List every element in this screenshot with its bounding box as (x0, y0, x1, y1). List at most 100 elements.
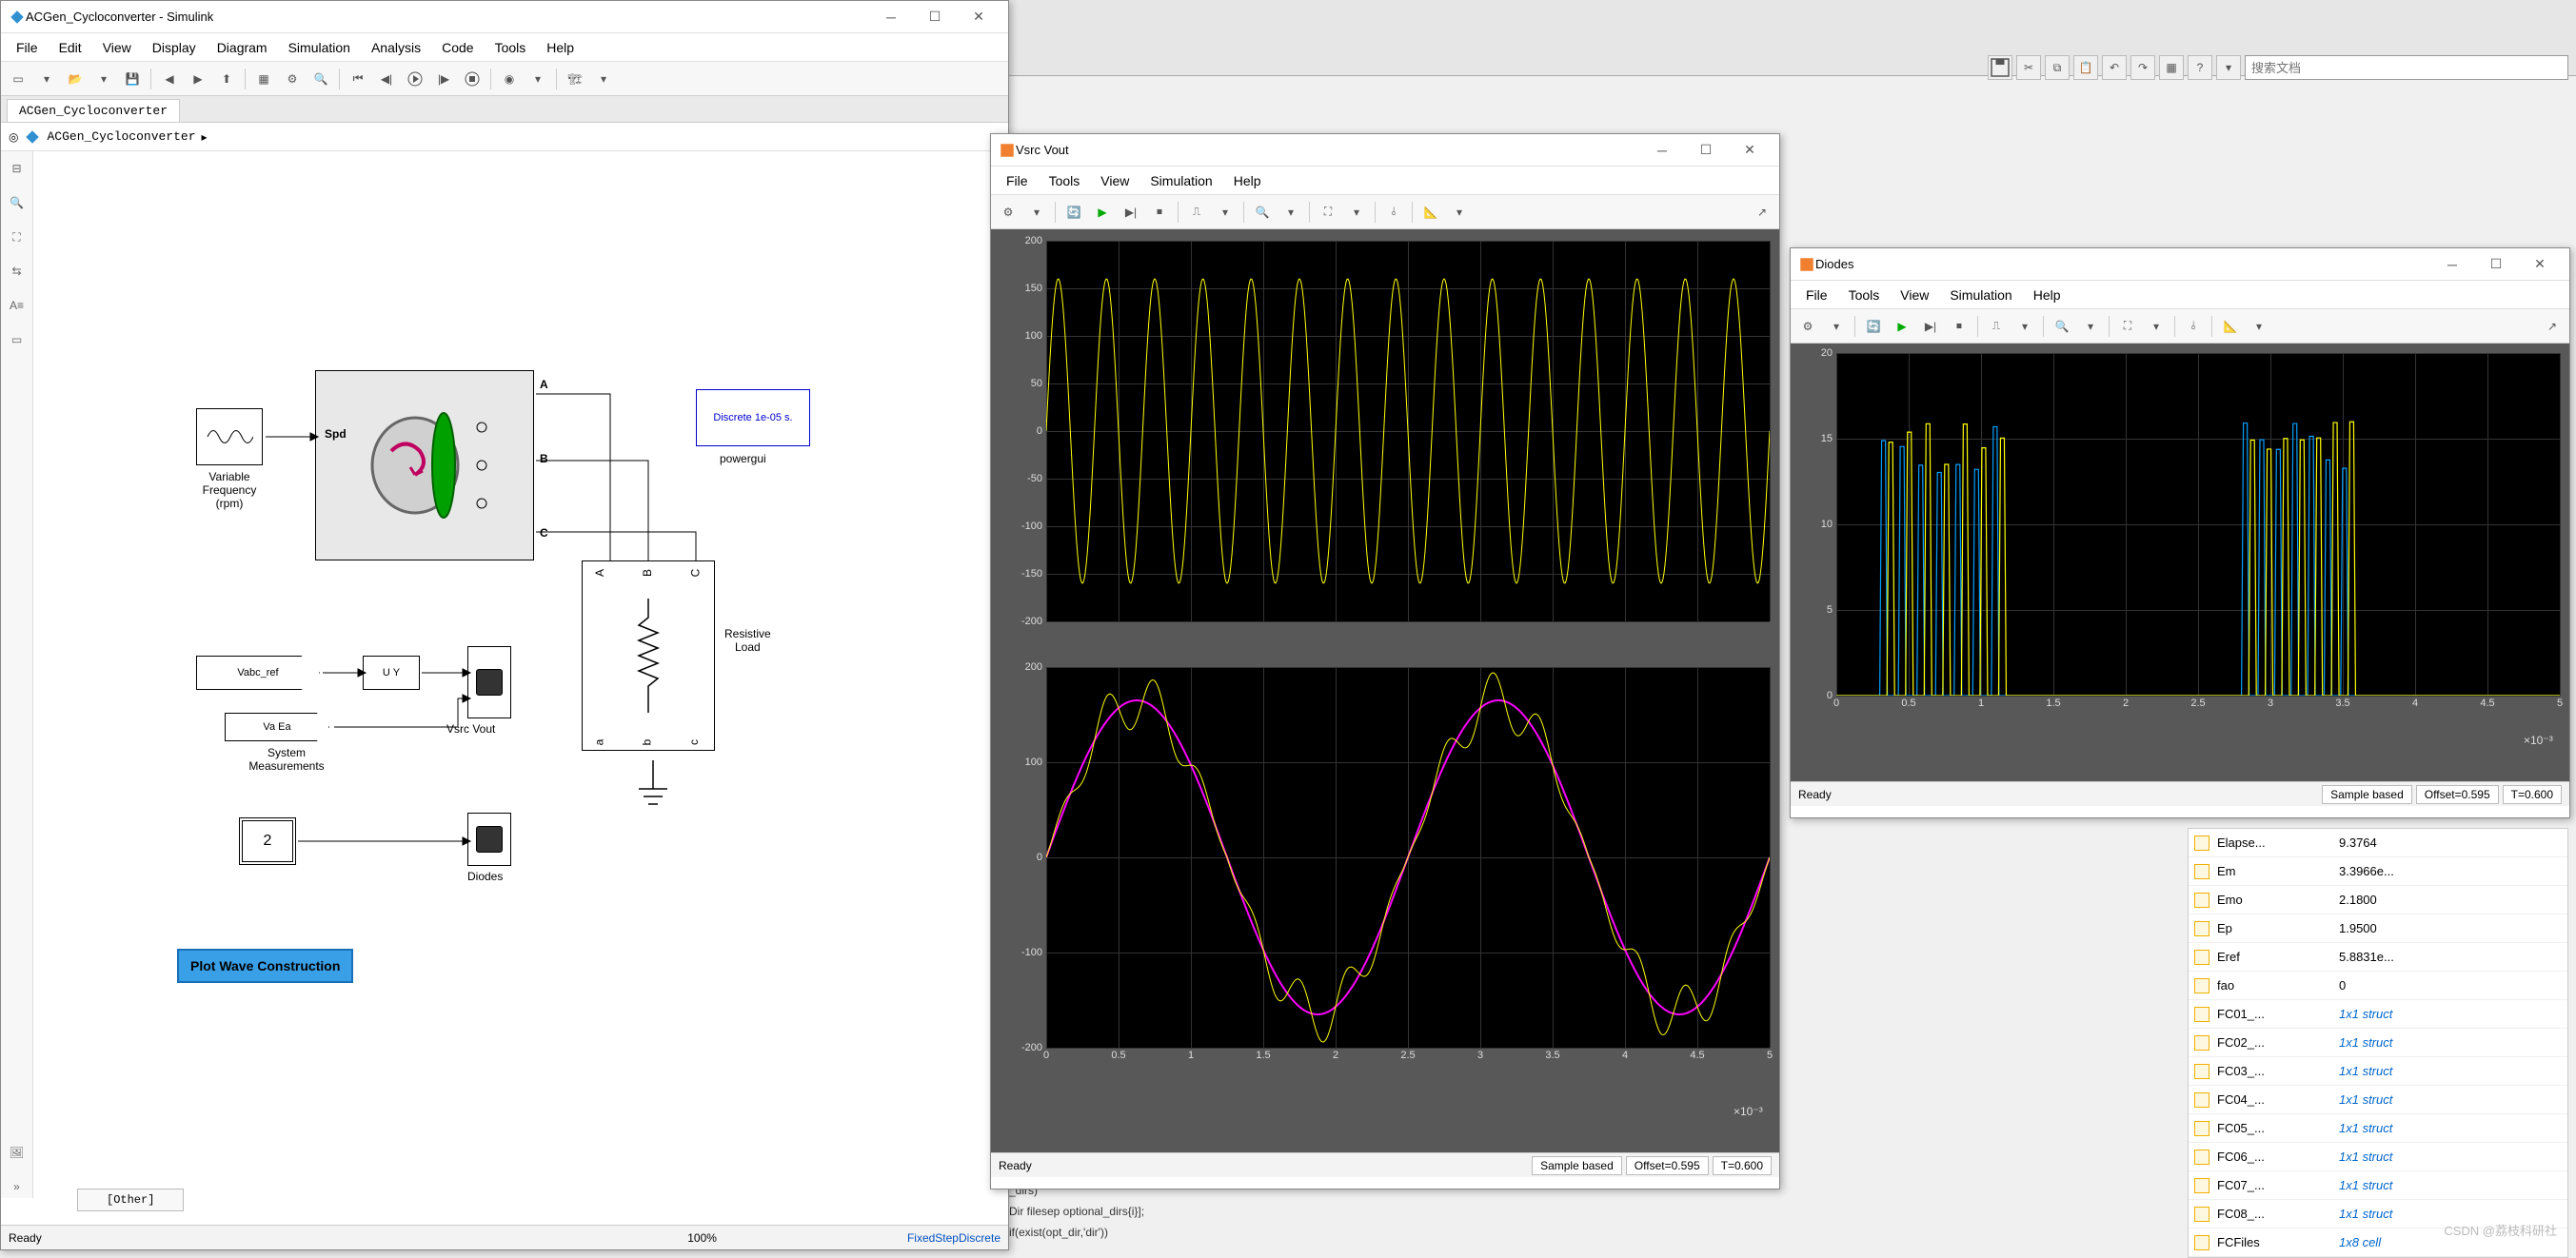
cut-icon[interactable]: ✂ (2016, 55, 2041, 80)
scope-titlebar[interactable]: Diodes ─ ☐ ✕ (1791, 248, 2569, 281)
step-back2-icon[interactable]: ◀| (373, 66, 400, 92)
step-back-icon[interactable]: ⏮ (345, 66, 371, 92)
block-constant-2[interactable]: 2 (239, 817, 296, 865)
autoscale-icon[interactable]: ⛶ (2114, 313, 2141, 340)
menu-analysis[interactable]: Analysis (362, 36, 430, 59)
workspace-row[interactable]: FC07_...1x1 struct (2189, 1171, 2567, 1200)
arrow-tool-icon[interactable]: ⇆ (6, 260, 29, 283)
model-explorer-icon[interactable]: 🔍 (307, 66, 334, 92)
dropdown-icon[interactable]: ▾ (2143, 313, 2170, 340)
library-browser-icon[interactable]: ▦ (250, 66, 277, 92)
paste-icon[interactable]: 📋 (2073, 55, 2098, 80)
maximize-button[interactable]: ☐ (2474, 249, 2518, 280)
workspace-row[interactable]: Elapse...9.3764 (2189, 829, 2567, 857)
undock-icon[interactable]: ↗ (2539, 313, 2566, 340)
block-powergui[interactable]: Discrete 1e-05 s. (696, 389, 810, 446)
scope-titlebar[interactable]: Vsrc Vout ─ ☐ ✕ (991, 134, 1779, 167)
block-variable-frequency[interactable] (196, 408, 263, 465)
build-dropdown-icon[interactable]: ▾ (590, 66, 617, 92)
step-icon[interactable]: ▶| (1917, 313, 1944, 340)
menu-tools[interactable]: Tools (485, 36, 536, 59)
scope-axes-1[interactable]: 200150100500-50-100-150-200 (1046, 241, 1770, 621)
workspace-row[interactable]: fao0 (2189, 972, 2567, 1000)
undo-icon[interactable]: ↶ (2102, 55, 2127, 80)
refresh-icon[interactable]: 🔄 (1860, 313, 1887, 340)
menu-display[interactable]: Display (143, 36, 206, 59)
layout-icon[interactable]: ▦ (2159, 55, 2184, 80)
block-machine[interactable] (315, 370, 534, 560)
step-forward-icon[interactable]: |▶ (430, 66, 457, 92)
block-from-vaea[interactable]: Va Ea (225, 713, 329, 741)
minimize-button[interactable]: ─ (869, 2, 913, 32)
dropdown-icon[interactable]: ▾ (2246, 313, 2272, 340)
workspace-row[interactable]: FC02_...1x1 struct (2189, 1029, 2567, 1057)
menu-simulation[interactable]: Simulation (1140, 169, 1221, 192)
build-icon[interactable]: 🏗 (562, 66, 588, 92)
expand-palette-icon[interactable]: » (6, 1175, 29, 1198)
close-button[interactable]: ✕ (2518, 249, 2562, 280)
workspace-row[interactable]: Eref5.8831e... (2189, 943, 2567, 972)
autoscale-icon[interactable]: ⛶ (1315, 199, 1341, 226)
menu-help[interactable]: Help (2024, 284, 2071, 306)
dropdown-icon[interactable]: ▾ (2011, 313, 2038, 340)
menu-view[interactable]: View (1891, 284, 1938, 306)
zoom-icon[interactable]: 🔍 (1249, 199, 1276, 226)
scope-axes-1[interactable]: 2015105000.511.522.533.544.55 (1836, 353, 2560, 696)
dropdown-icon[interactable]: ▾ (1823, 313, 1850, 340)
area-icon[interactable]: ▭ (6, 328, 29, 351)
menu-view[interactable]: View (1091, 169, 1139, 192)
menu-help[interactable]: Help (1224, 169, 1271, 192)
workspace-row[interactable]: FC04_...1x1 struct (2189, 1086, 2567, 1114)
record-dropdown-icon[interactable]: ▾ (525, 66, 551, 92)
redo-icon[interactable]: ↷ (2130, 55, 2155, 80)
help-icon[interactable]: ? (2188, 55, 2212, 80)
menu-diagram[interactable]: Diagram (208, 36, 277, 59)
new-model-icon[interactable]: ▭ (5, 66, 31, 92)
new-dropdown-icon[interactable]: ▾ (33, 66, 60, 92)
stop-icon[interactable]: ⏹ (1146, 199, 1173, 226)
block-scope-vsrcvout[interactable] (467, 646, 511, 718)
menu-file[interactable]: File (1796, 284, 1837, 306)
dropdown-icon[interactable]: ▾ (1212, 199, 1238, 226)
undock-icon[interactable]: ↗ (1749, 199, 1775, 226)
menu-tools[interactable]: Tools (1040, 169, 1090, 192)
dropdown-icon[interactable]: ▾ (2077, 313, 2104, 340)
menu-edit[interactable]: Edit (50, 36, 91, 59)
menu-file[interactable]: File (997, 169, 1038, 192)
workspace-row[interactable]: FC01_...1x1 struct (2189, 1000, 2567, 1029)
nav-target-icon[interactable]: ◎ (9, 130, 18, 144)
block-resistive-load[interactable] (582, 560, 715, 751)
run-icon[interactable]: ▶ (1089, 199, 1116, 226)
menu-code[interactable]: Code (432, 36, 483, 59)
save-icon[interactable] (1988, 55, 2012, 80)
model-tab[interactable]: ACGen_Cycloconverter (7, 99, 180, 122)
stop-icon[interactable] (459, 66, 485, 92)
dropdown-icon[interactable]: ▾ (2216, 55, 2241, 80)
open-icon[interactable]: 📂 (62, 66, 89, 92)
simulink-titlebar[interactable]: ACGen_Cycloconverter - Simulink ─ ☐ ✕ (1, 1, 1008, 33)
copy-icon[interactable]: ⧉ (2045, 55, 2070, 80)
menu-simulation[interactable]: Simulation (1940, 284, 2021, 306)
cursor-icon[interactable]: ⫰ (2180, 313, 2207, 340)
config-icon[interactable]: ⚙ (1794, 313, 1821, 340)
fit-to-view-icon[interactable]: ⛶ (6, 226, 29, 248)
up-icon[interactable]: ⬆ (213, 66, 240, 92)
run-icon[interactable]: ▶ (1889, 313, 1915, 340)
measure-icon[interactable]: 📐 (1417, 199, 1444, 226)
breadcrumb-root[interactable]: ACGen_Cycloconverter (47, 129, 195, 144)
scope-axes-2[interactable]: 2001000-100-20000.511.522.533.544.55 (1046, 667, 1770, 1048)
block-scope-diodes[interactable] (467, 813, 511, 866)
workspace-row[interactable]: Emo2.1800 (2189, 886, 2567, 914)
menu-tools[interactable]: Tools (1839, 284, 1890, 306)
maximize-button[interactable]: ☐ (1684, 135, 1728, 166)
menu-view[interactable]: View (93, 36, 141, 59)
forward-icon[interactable]: ▶ (185, 66, 211, 92)
menu-simulation[interactable]: Simulation (279, 36, 360, 59)
model-canvas[interactable]: ⊟ 🔍 ⛶ ⇆ A≡ ▭ 🖼 » Variable Frequency (rpm… (1, 151, 1008, 1198)
dropdown-icon[interactable]: ▾ (1278, 199, 1304, 226)
dropdown-icon[interactable]: ▾ (1023, 199, 1050, 226)
menu-help[interactable]: Help (537, 36, 584, 59)
menu-file[interactable]: File (7, 36, 48, 59)
dropdown-icon[interactable]: ▾ (1343, 199, 1370, 226)
run-icon[interactable] (402, 66, 428, 92)
